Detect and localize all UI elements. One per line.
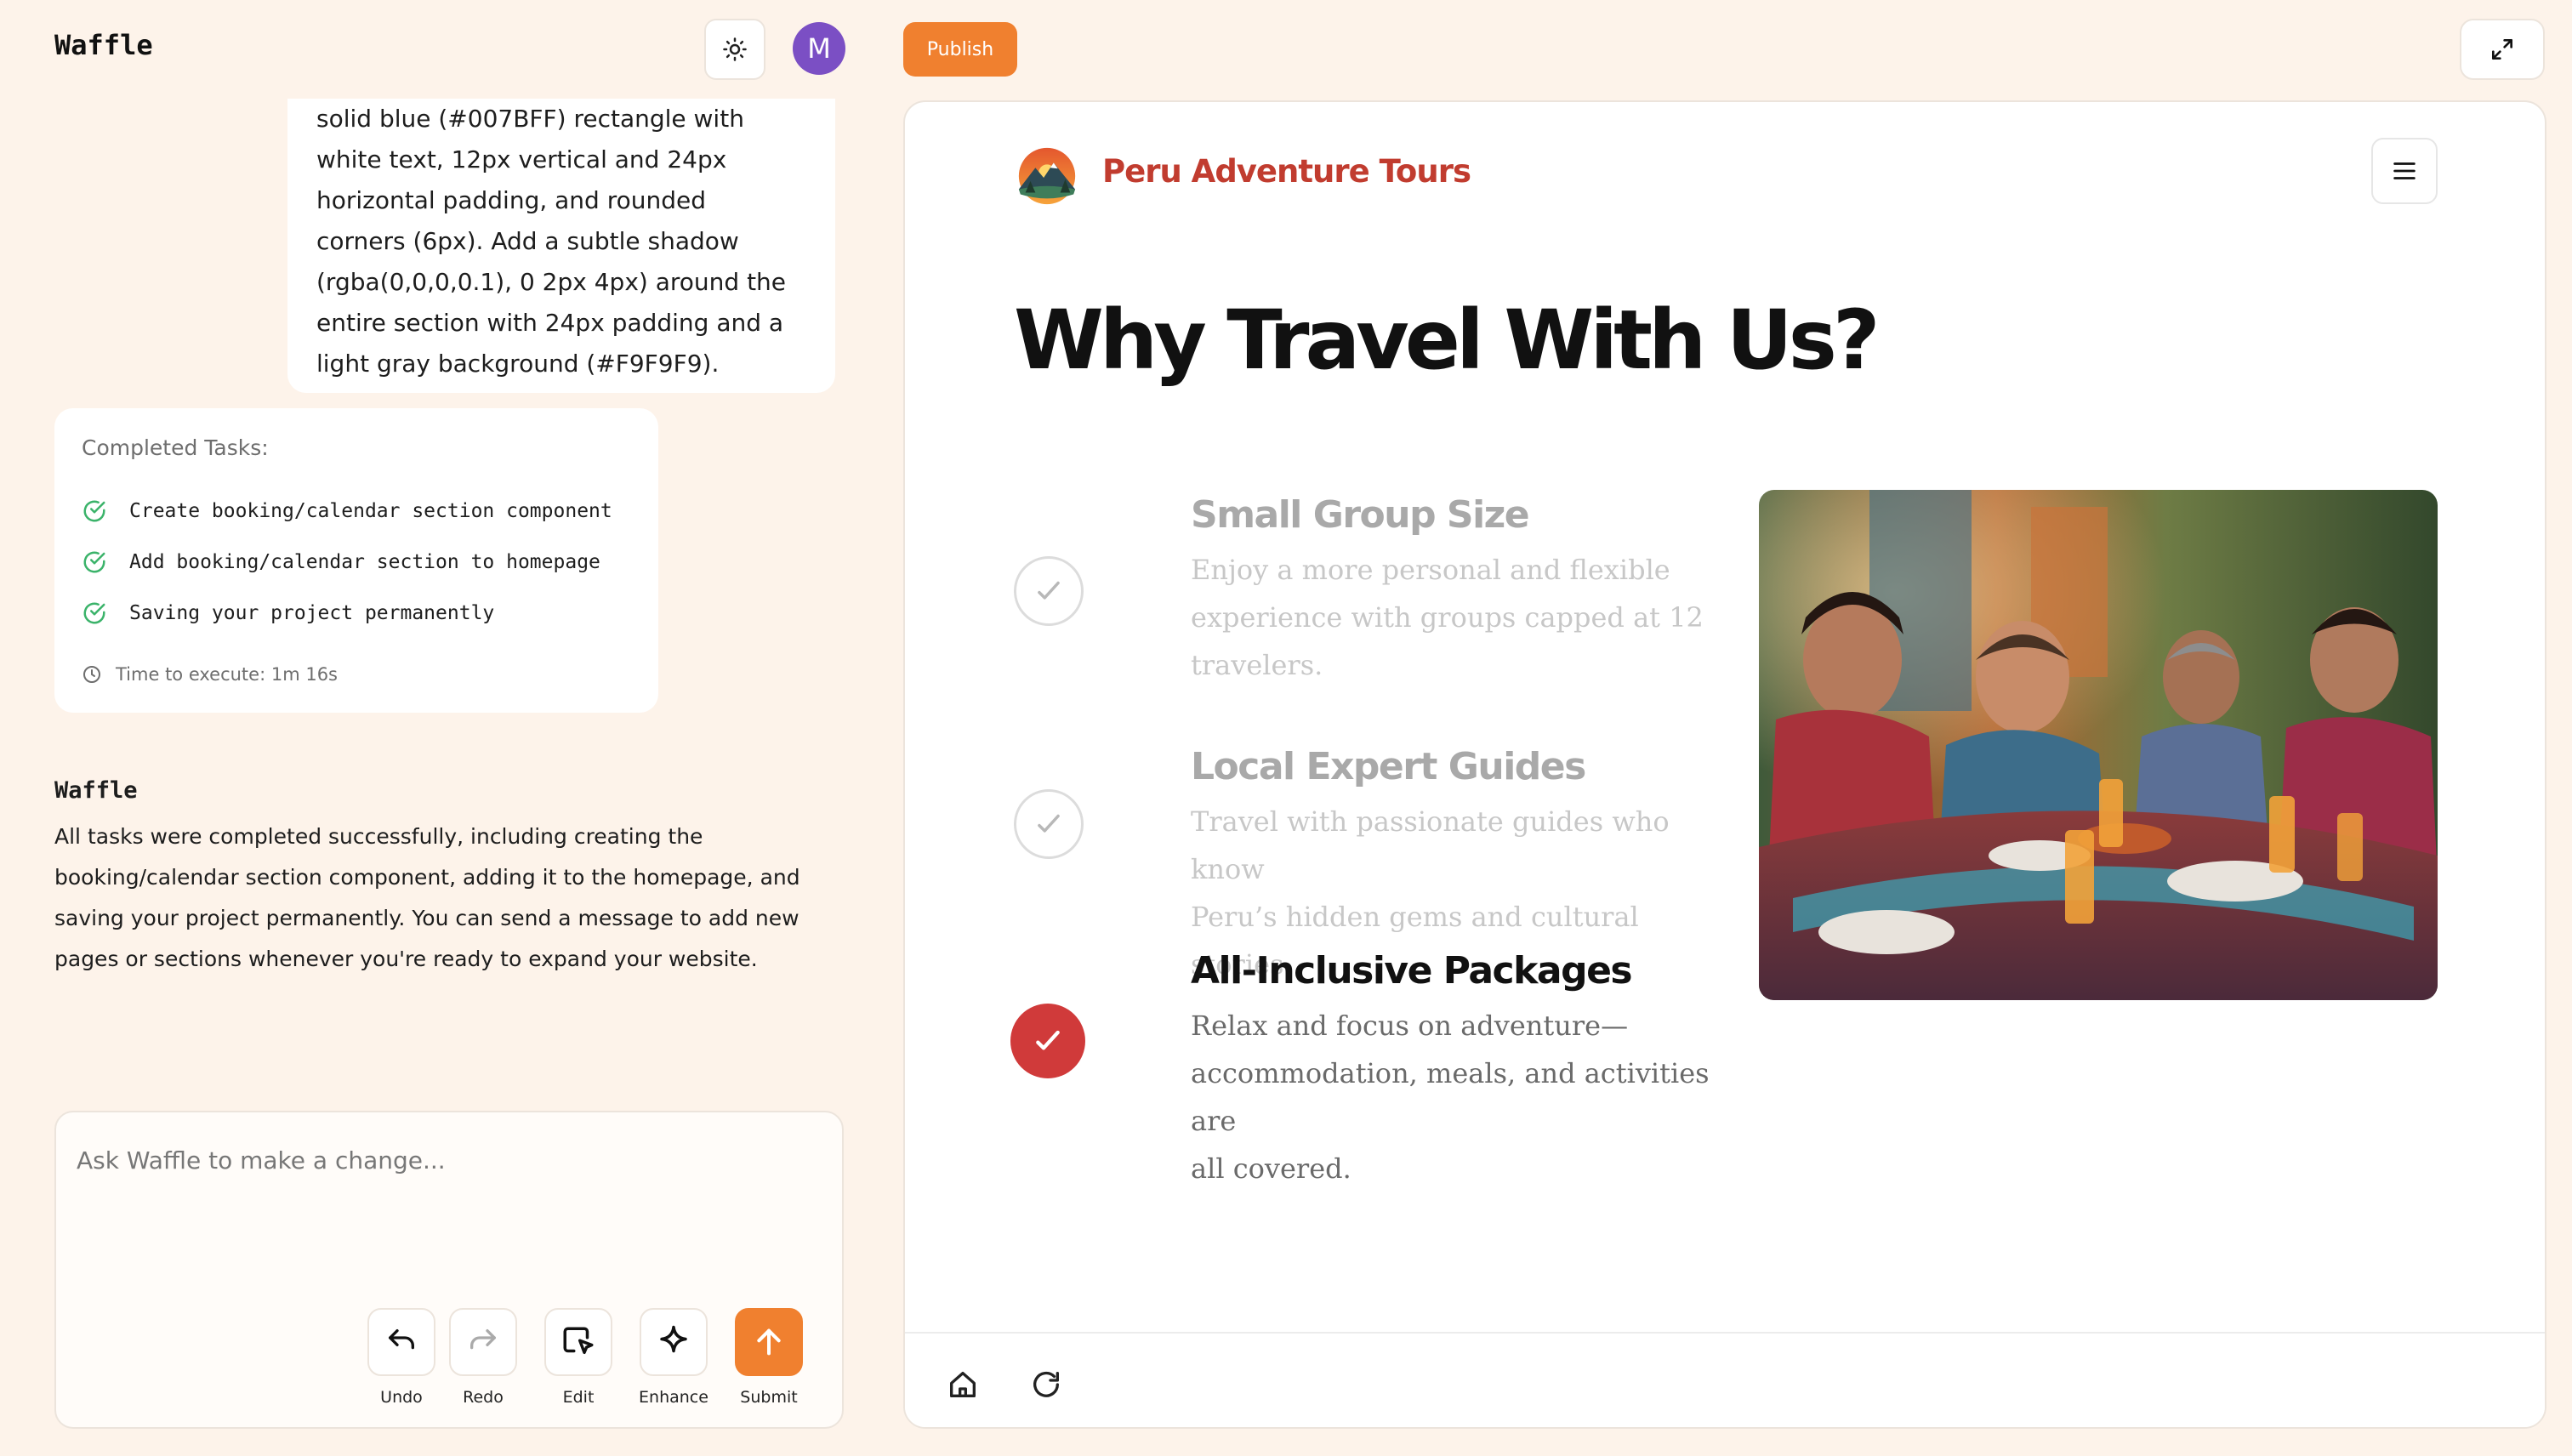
site-preview: Peru Adventure Tours Why Travel With Us?… — [903, 100, 2546, 1429]
select-cursor-icon — [563, 1327, 594, 1354]
execution-time-text: Time to execute: 1m 16s — [116, 664, 338, 685]
feature-title: Local Expert Guides — [1191, 745, 1586, 788]
task-item: Create booking/calendar section componen… — [82, 486, 631, 537]
task-item: Saving your project permanently — [82, 588, 631, 639]
feature-description-line: experience with groups capped at 12 — [1191, 601, 1704, 634]
edit-tool: Edit — [543, 1308, 614, 1407]
edit-button[interactable] — [544, 1308, 612, 1376]
assistant-name: Waffle — [54, 777, 138, 804]
composer: Undo Redo Edit Enhance S — [54, 1111, 844, 1429]
check-circle-icon — [83, 551, 105, 573]
expand-icon — [2492, 39, 2512, 60]
hamburger-menu-button[interactable] — [2371, 138, 2438, 204]
assistant-reply-line: All tasks were completed successfully, i… — [54, 824, 703, 849]
feature-small-group: Small Group Size Enjoy a more personal a… — [1014, 493, 1711, 697]
execution-time: Time to execute: 1m 16s — [82, 664, 631, 685]
home-icon[interactable] — [946, 1368, 980, 1402]
feature-description-line: accommodation, meals, and activities are — [1191, 1057, 1710, 1137]
theme-toggle-button[interactable] — [704, 19, 765, 80]
feature-description-line: travelers. — [1191, 649, 1323, 681]
tasks-title: Completed Tasks: — [82, 435, 269, 460]
feature-description-line: all covered. — [1191, 1152, 1351, 1185]
feature-description: Relax and focus on adventure— accommodat… — [1191, 1002, 1735, 1192]
assistant-reply-line: saving your project permanently. You can… — [54, 906, 799, 930]
submit-label: Submit — [740, 1388, 798, 1407]
redo-icon — [470, 1329, 496, 1350]
feature-description-line: Travel with passionate guides who know — [1191, 805, 1670, 885]
user-message: solid blue (#007BFF) rectangle with whit… — [287, 99, 835, 393]
user-message-line: corners (6px). Add a subtle shadow — [316, 227, 739, 255]
task-text: Create booking/calendar section componen… — [129, 500, 612, 522]
check-circle-icon — [83, 602, 105, 624]
assistant-reply-line: booking/calendar section component, addi… — [54, 865, 800, 890]
check-circle-icon — [1014, 556, 1084, 626]
user-message-line: (rgba(0,0,0,0.1), 0 2px 4px) around the — [316, 268, 787, 296]
task-item: Add booking/calendar section to homepage — [82, 537, 631, 588]
redo-tool: Redo — [447, 1308, 519, 1407]
arrow-up-icon — [757, 1328, 781, 1356]
clock-icon — [83, 666, 100, 683]
edit-label: Edit — [562, 1388, 595, 1407]
feature-description-line: Enjoy a more personal and flexible — [1191, 554, 1670, 586]
user-message-line: solid blue (#007BFF) rectangle with — [316, 105, 744, 133]
user-message-line: white text, 12px vertical and 24px — [316, 145, 727, 173]
check-filled-icon — [1010, 1004, 1085, 1078]
undo-label: Undo — [380, 1388, 423, 1407]
feature-title: All-Inclusive Packages — [1191, 949, 1633, 992]
sparkle-icon — [660, 1325, 687, 1353]
assistant-reply-line: pages or sections whenever you're ready … — [54, 947, 758, 971]
feature-description-line: Relax and focus on adventure— — [1191, 1010, 1629, 1042]
redo-button[interactable] — [449, 1308, 517, 1376]
assistant-reply: All tasks were completed successfully, i… — [54, 816, 854, 980]
enhance-label: Enhance — [639, 1388, 708, 1407]
check-circle-icon — [83, 500, 105, 522]
section-title: Why Travel With Us? — [1014, 293, 1881, 388]
publish-button[interactable]: Publish — [903, 22, 1017, 77]
undo-icon — [389, 1329, 414, 1350]
site-name[interactable]: Peru Adventure Tours — [1102, 153, 1471, 190]
mountain-logo-icon — [1018, 147, 1076, 205]
undo-tool: Undo — [366, 1308, 437, 1407]
enhance-tool: Enhance — [638, 1308, 709, 1407]
feature-local-guides: Local Expert Guides Travel with passiona… — [1014, 745, 1711, 981]
completed-tasks-card: Completed Tasks: Create booking/calendar… — [54, 408, 658, 713]
feature-description: Enjoy a more personal and flexible exper… — [1191, 546, 1735, 689]
preview-toolbar — [905, 1332, 2545, 1427]
feature-title: Small Group Size — [1191, 493, 1530, 537]
sun-icon — [723, 37, 747, 61]
app-name: Waffle — [54, 29, 153, 61]
group-dining-photo — [1759, 490, 2438, 1000]
submit-tool: Submit — [733, 1308, 805, 1407]
hamburger-icon — [2393, 162, 2416, 179]
refresh-icon[interactable] — [1029, 1368, 1063, 1402]
undo-button[interactable] — [367, 1308, 435, 1376]
enhance-button[interactable] — [640, 1308, 708, 1376]
message-input[interactable] — [77, 1135, 825, 1186]
user-avatar[interactable]: M — [793, 22, 845, 75]
redo-label: Redo — [463, 1388, 504, 1407]
user-message-line: entire section with 24px padding and a — [316, 309, 784, 337]
user-message-line: horizontal padding, and rounded — [316, 186, 707, 214]
task-text: Saving your project permanently — [129, 602, 495, 624]
task-text: Add booking/calendar section to homepage — [129, 551, 600, 573]
feature-all-inclusive: All-Inclusive Packages Relax and focus o… — [1010, 949, 1711, 1185]
submit-button[interactable] — [735, 1308, 803, 1376]
user-message-line: light gray background (#F9F9F9). — [316, 350, 720, 378]
check-circle-icon — [1014, 789, 1084, 859]
expand-button[interactable] — [2460, 19, 2545, 80]
